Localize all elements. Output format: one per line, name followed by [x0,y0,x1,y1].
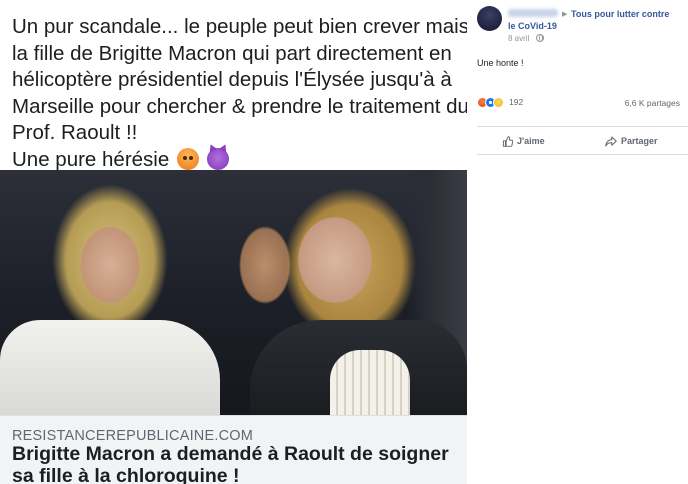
triangle-right-icon: ▶ [562,11,568,18]
post-timestamp[interactable]: 8 avril [508,34,529,43]
caption-line: Un pur scandale... le peuple peut bien c… [12,15,467,38]
patterned-blouse [330,350,410,415]
share-button[interactable]: Partager [605,132,658,150]
reactions-summary[interactable]: 192 [477,96,523,108]
white-jacket [0,320,220,415]
caption-line: Une pure hérésie [12,147,170,171]
like-button[interactable]: J'aime [502,132,545,150]
divider [477,154,688,155]
angry-face-emoji [176,147,199,170]
post-text: Une honte ! [477,58,524,68]
share-arrow-icon [605,135,617,147]
globe-icon [536,34,544,42]
caption-line: Marseille pour chercher & prendre le tra… [12,94,467,118]
caption-line: Prof. Raoult !! [12,121,138,144]
divider [477,126,688,127]
smiling-devil-emoji [206,147,229,170]
reaction-count: 192 [509,97,524,107]
thumbs-up-icon [502,135,513,147]
shares-count[interactable]: 6,6 K partages [625,98,680,108]
shared-image-post: Un pur scandale... le peuple peut bien c… [0,0,467,484]
like-label: J'aime [517,136,545,146]
caption-line: hélicoptère présidentiel depuis l'Élysée… [12,68,452,91]
group-name-link-cont[interactable]: le CoVid-19 [508,21,557,31]
news-photo[interactable] [0,170,467,415]
post-panel: ▶ Tous pour lutter contre le CoVid-19 8 … [467,0,688,484]
blurred-author-name[interactable] [508,9,558,17]
link-preview[interactable]: RESISTANCEREPUBLICAINE.COM Brigitte Macr… [0,415,467,484]
image-caption: Un pur scandale... le peuple peut bien c… [12,14,467,173]
group-name-link[interactable]: Tous pour lutter contre [571,9,669,19]
avatar[interactable] [477,6,502,31]
share-label: Partager [621,136,658,146]
haha-react-icon [493,96,504,108]
caption-line: la fille de Brigitte Macron qui part dir… [12,41,452,65]
link-title[interactable]: Brigitte Macron a demandé à Raoult de so… [12,443,460,484]
link-domain: RESISTANCEREPUBLICAINE.COM [12,428,254,444]
